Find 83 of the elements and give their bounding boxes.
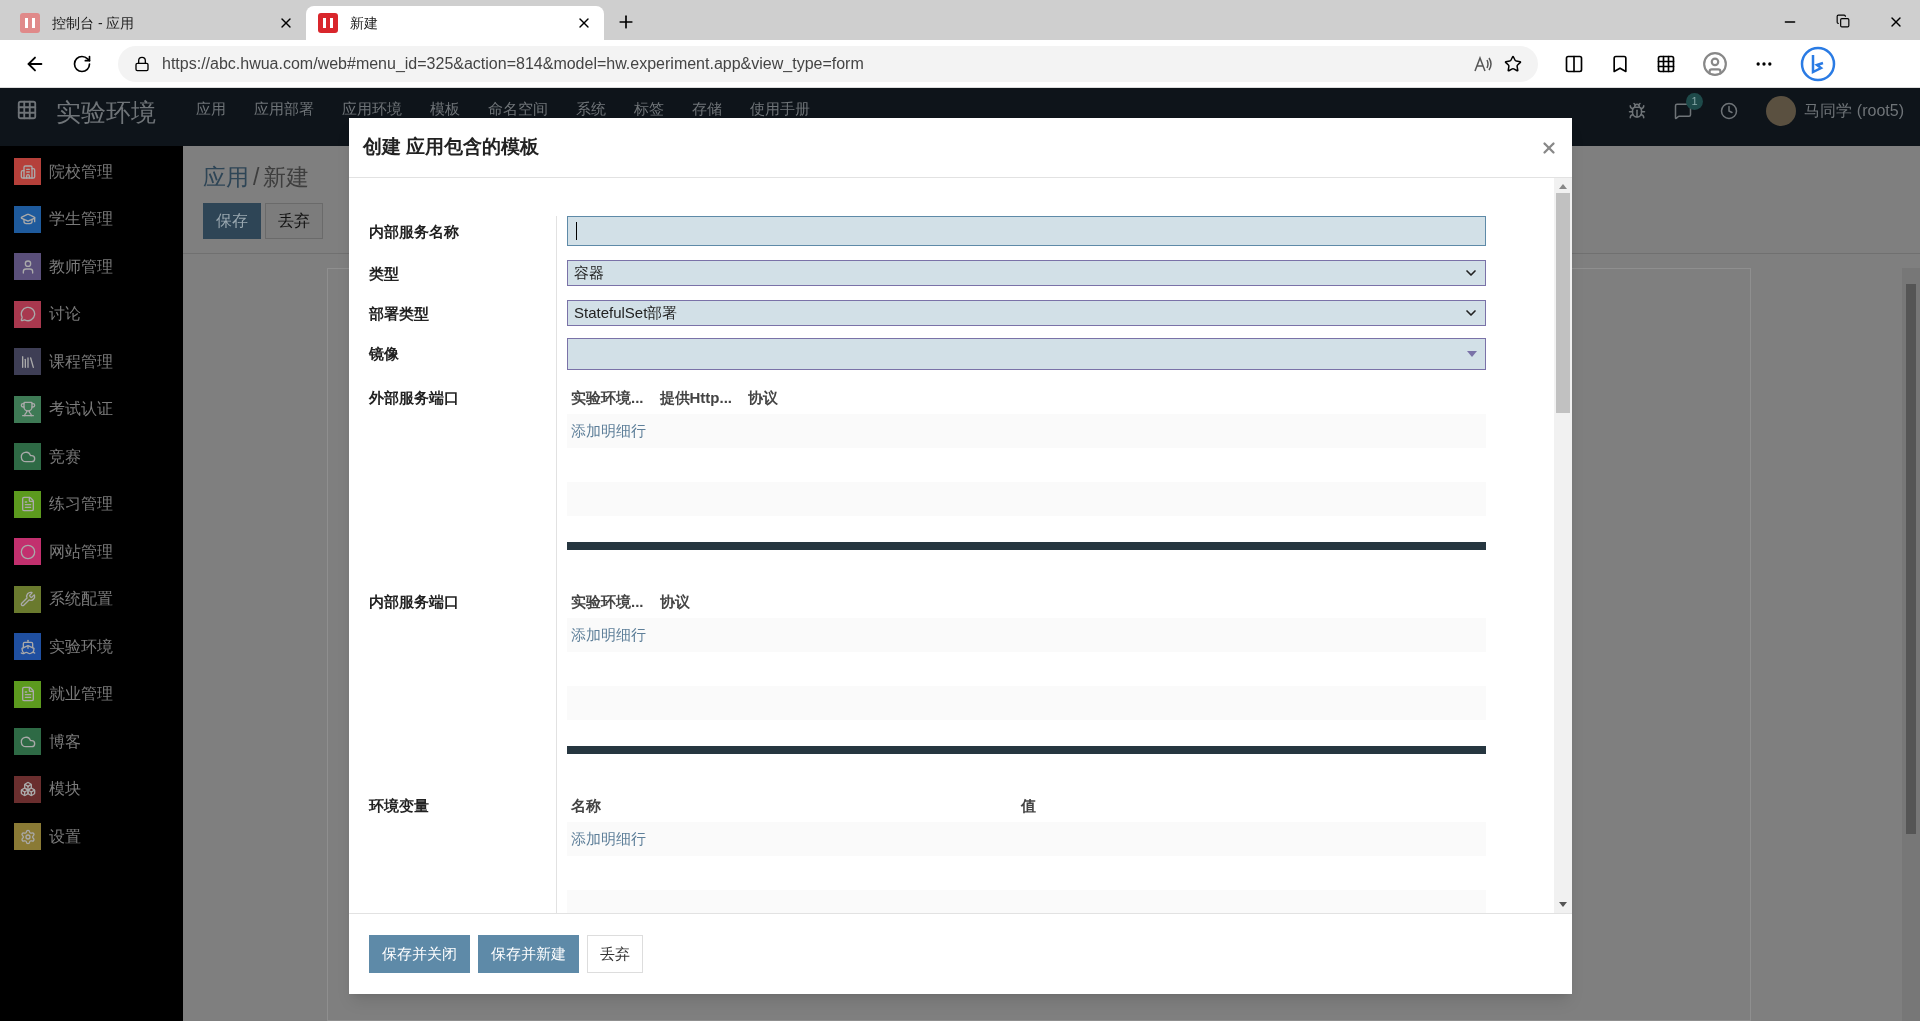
copilot-icon[interactable] (1800, 45, 1836, 82)
site-logo-icon (20, 13, 40, 33)
bug-icon[interactable] (1628, 102, 1647, 120)
field-label: 类型 (369, 265, 399, 282)
count-badge: 1 (1686, 93, 1703, 110)
nav-menu-item[interactable]: 命名空间 (488, 98, 548, 121)
add-line-link[interactable]: 添加明细行 (571, 623, 646, 647)
nav-menu-item[interactable]: 标签 (634, 98, 664, 121)
address-bar[interactable]: https://abc.hwua.com/web#menu_id=325&action=814&model=hw.experiment.app&view_type=form (118, 45, 1538, 82)
scrollbar-thumb[interactable] (1556, 193, 1570, 413)
brand-title: 实验环境 (56, 97, 156, 128)
favorite-icon[interactable] (1504, 54, 1522, 73)
sidebar-item[interactable]: 设置 (0, 813, 183, 861)
nav-menu-item[interactable]: 存储 (692, 98, 722, 121)
dialog-title: 创建 应用包含的模板 (363, 135, 541, 160)
scroll-down-icon[interactable] (1559, 902, 1567, 907)
sidebar-item[interactable]: 实验环境 (0, 623, 183, 671)
site-logo-icon (318, 13, 338, 33)
profile-icon[interactable] (1702, 50, 1728, 77)
scrollbar-thumb[interactable] (1906, 284, 1916, 834)
field-label: 镜像 (369, 345, 399, 362)
button[interactable]: 保存并关闭 (369, 935, 470, 973)
button[interactable]: 丢弃 (587, 935, 643, 973)
url-text: https://abc.hwua.com/web#menu_id=325&action=814&model=hw.experiment.app&view_type=form (162, 53, 865, 74)
nav-menu-item[interactable]: 模板 (430, 98, 460, 121)
field-label: 内部服务端口 (369, 593, 459, 610)
button[interactable]: 保存 (203, 202, 261, 239)
field-label: 环境变量 (369, 797, 429, 814)
column-header: 协议 (658, 591, 691, 612)
sidebar-item[interactable]: 练习管理 (0, 480, 183, 528)
sidebar-item[interactable]: 教师管理 (0, 243, 183, 291)
field-label: 内部服务名称 (369, 223, 459, 240)
browser-tab[interactable]: 新建 (306, 6, 604, 40)
caret-icon (1467, 351, 1477, 357)
chat-icon[interactable] (1674, 102, 1693, 120)
select-field[interactable]: 容器 (567, 260, 1486, 286)
scroll-up-icon[interactable] (1559, 184, 1567, 189)
breadcrumb-separator: / (253, 163, 260, 192)
column-header: 提供Http... (658, 387, 733, 408)
nav-menu-item[interactable]: 应用 (196, 98, 226, 121)
sidebar-item[interactable]: 课程管理 (0, 338, 183, 386)
sidebar-item[interactable]: 博客 (0, 718, 183, 766)
sidebar-item[interactable]: 考试认证 (0, 385, 183, 433)
restore-icon[interactable] (1836, 14, 1850, 28)
clock-icon[interactable] (1720, 102, 1739, 120)
field-label: 外部服务端口 (369, 389, 459, 406)
nav-menu-item[interactable]: 系统 (576, 98, 606, 121)
sidebar-item[interactable]: 讨论 (0, 290, 183, 338)
column-header: 实验环境... (570, 591, 645, 612)
column-header: 值 (1019, 795, 1037, 816)
button[interactable]: 保存并新建 (478, 935, 579, 973)
sidebar-item[interactable]: 就业管理 (0, 670, 183, 718)
select-field[interactable]: StatefulSet部署 (567, 300, 1486, 326)
sidebar-item[interactable]: 网站管理 (0, 528, 183, 576)
breadcrumb-current: 新建 (263, 163, 310, 192)
sidebar-item[interactable]: 模块 (0, 765, 183, 813)
tab-title: 新建 (350, 13, 379, 33)
button[interactable]: 丢弃 (265, 202, 323, 239)
nav-menu-item[interactable]: 应用部署 (254, 98, 314, 121)
column-header: 实验环境... (570, 387, 645, 408)
combo-field[interactable] (567, 338, 1486, 370)
lock-icon (134, 55, 150, 72)
sidebar-item[interactable]: 院校管理 (0, 148, 183, 196)
sidebar-item[interactable]: 竞赛 (0, 433, 183, 481)
collections-icon[interactable] (1656, 53, 1676, 74)
read-aloud-icon[interactable] (1474, 55, 1492, 72)
nav-menu-item[interactable]: 使用手册 (750, 98, 810, 121)
sidebar-item[interactable]: 系统配置 (0, 575, 183, 623)
add-line-link[interactable]: 添加明细行 (571, 419, 646, 443)
favorites-icon[interactable] (1610, 53, 1630, 74)
user-name[interactable]: 马同学 (root5) (1804, 99, 1904, 123)
apps-menu-icon[interactable] (16, 99, 38, 121)
sidebar-item[interactable]: 学生管理 (0, 195, 183, 243)
split-screen-icon[interactable] (1564, 53, 1584, 74)
add-line-link[interactable]: 添加明细行 (571, 827, 646, 851)
browser-tab[interactable]: 控制台 - 应用 (8, 6, 306, 40)
input-field[interactable] (567, 216, 1486, 246)
column-header: 协议 (747, 387, 779, 408)
tab-title: 控制台 - 应用 (52, 13, 136, 33)
field-label: 部署类型 (369, 305, 429, 322)
column-header: 名称 (570, 795, 602, 816)
reload-icon[interactable] (72, 53, 92, 74)
nav-menu-item[interactable]: 应用环境 (342, 98, 402, 121)
